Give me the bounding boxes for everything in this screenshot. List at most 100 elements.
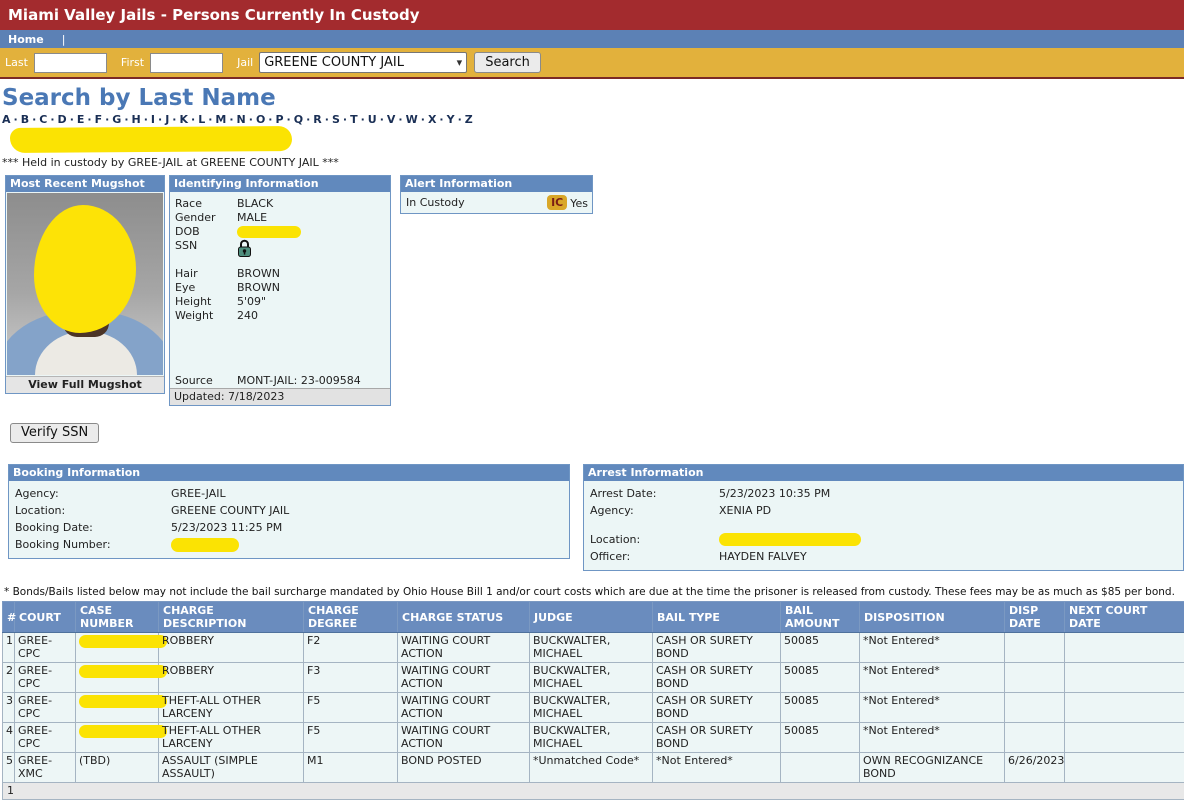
- cell-next-court-date: [1065, 693, 1184, 723]
- cell-court: GREE-CPC: [15, 693, 76, 723]
- separator-dot: ·: [124, 113, 128, 126]
- top-panels: Most Recent Mugshot View Full Mugshot Id…: [5, 175, 1184, 406]
- cell-next-court-date: [1065, 633, 1184, 663]
- alphabet-link-U[interactable]: U: [368, 113, 377, 126]
- cell-next-court-date: [1065, 663, 1184, 693]
- cell-bail-amount: 50085: [781, 693, 860, 723]
- bond-disclaimer: * Bonds/Bails listed below may not inclu…: [4, 586, 1184, 598]
- in-custody-value: Yes: [570, 197, 588, 210]
- arrest-panel: Arrest Information Arrest Date: 5/23/202…: [583, 464, 1184, 571]
- cell-disp-date: [1005, 693, 1065, 723]
- alphabet-link-P[interactable]: P: [275, 113, 283, 126]
- separator-dot: ·: [306, 113, 310, 126]
- alphabet-link-X[interactable]: X: [428, 113, 436, 126]
- updated-row: Updated: 7/18/2023: [170, 388, 390, 405]
- gender-row: Gender MALE: [170, 211, 390, 225]
- cell-degree: F3: [304, 663, 398, 693]
- cell-disp-date: 6/26/2023: [1005, 753, 1065, 783]
- cell-description: ASSAULT (SIMPLE ASSAULT): [159, 753, 304, 783]
- alphabet-link-G[interactable]: G: [112, 113, 121, 126]
- separator-dot: ·: [229, 113, 233, 126]
- cell-bail-type: CASH OR SURETY BOND: [653, 723, 781, 753]
- column-header: DISP DATE: [1005, 602, 1065, 633]
- separator-dot: ·: [458, 113, 462, 126]
- alphabet-link-B[interactable]: B: [21, 113, 29, 126]
- cell-case-number: [76, 633, 159, 663]
- redacted-case-number: [79, 695, 167, 708]
- cell-case-number: (TBD): [76, 753, 159, 783]
- cell-disp-date: [1005, 663, 1065, 693]
- pagination-page-link[interactable]: 1: [3, 783, 1184, 800]
- page-heading: Search by Last Name: [2, 85, 1184, 111]
- alphabet-link-V[interactable]: V: [387, 113, 396, 126]
- alphabet-link-T[interactable]: T: [350, 113, 358, 126]
- alphabet-link-Y[interactable]: Y: [447, 113, 455, 126]
- charges-body: 1GREE-CPCROBBERYF2WAITING COURT ACTIONBU…: [3, 633, 1184, 783]
- cell-court: GREE-CPC: [15, 723, 76, 753]
- jail-label: Jail: [237, 56, 253, 69]
- alphabet-link-S[interactable]: S: [332, 113, 340, 126]
- alphabet-link-J[interactable]: J: [165, 113, 169, 126]
- search-button[interactable]: Search: [474, 52, 541, 73]
- verify-ssn-button[interactable]: Verify SSN: [10, 423, 99, 443]
- alphabet-link-M[interactable]: M: [215, 113, 226, 126]
- alphabet-link-K[interactable]: K: [179, 113, 188, 126]
- cell-status: WAITING COURT ACTION: [398, 723, 530, 753]
- alphabet-link-F[interactable]: F: [95, 113, 103, 126]
- hair-row: Hair BROWN: [170, 267, 390, 281]
- cell-num: 3: [3, 693, 15, 723]
- pagination-row: 1: [3, 783, 1184, 800]
- cell-status: WAITING COURT ACTION: [398, 693, 530, 723]
- alphabet-link-E[interactable]: E: [77, 113, 85, 126]
- arrest-panel-title: Arrest Information: [584, 465, 1183, 481]
- cell-judge: BUCKWALTER, MICHAEL: [530, 723, 653, 753]
- cell-disposition: *Not Entered*: [860, 723, 1005, 753]
- first-name-input[interactable]: [150, 53, 223, 73]
- alphabet-link-D[interactable]: D: [58, 113, 67, 126]
- lock-icon: [237, 239, 252, 262]
- cell-num: 2: [3, 663, 15, 693]
- alphabet-link-H[interactable]: H: [132, 113, 141, 126]
- column-header: CASE NUMBER: [76, 602, 159, 633]
- separator-dot: ·: [191, 113, 195, 126]
- cell-status: WAITING COURT ACTION: [398, 663, 530, 693]
- booking-agency-row: Agency: GREE-JAIL: [9, 485, 569, 502]
- cell-description: ROBBERY: [159, 663, 304, 693]
- page: Miami Valley Jails - Persons Currently I…: [0, 0, 1184, 740]
- alphabet-link-Q[interactable]: Q: [294, 113, 303, 126]
- cell-court: GREE-XMC: [15, 753, 76, 783]
- separator-dot: ·: [343, 113, 347, 126]
- alphabet-link-L[interactable]: L: [198, 113, 205, 126]
- cell-court: GREE-CPC: [15, 633, 76, 663]
- separator-dot: ·: [87, 113, 91, 126]
- redacted-inmate-name: [10, 126, 292, 153]
- redacted-booking-number: [171, 538, 239, 552]
- arrest-officer-row: Officer: HAYDEN FALVEY: [584, 548, 1183, 565]
- alphabet-link-I[interactable]: I: [151, 113, 155, 126]
- booking-panel: Booking Information Agency: GREE-JAIL Lo…: [8, 464, 570, 559]
- separator-dot: ·: [361, 113, 365, 126]
- separator-dot: ·: [287, 113, 291, 126]
- last-name-input[interactable]: [34, 53, 107, 73]
- view-full-mugshot-link[interactable]: View Full Mugshot: [6, 376, 164, 393]
- jail-select[interactable]: GREENE COUNTY JAIL ▾: [259, 52, 467, 73]
- nav-home-link[interactable]: Home: [8, 33, 44, 46]
- charges-table: #COURTCASE NUMBERCHARGE DESCRIPTIONCHARG…: [2, 601, 1184, 800]
- column-header: COURT: [15, 602, 76, 633]
- alphabet-link-A[interactable]: A: [2, 113, 11, 126]
- alphabet-link-R[interactable]: R: [313, 113, 321, 126]
- alphabet-link-N[interactable]: N: [237, 113, 246, 126]
- alphabet-link-O[interactable]: O: [256, 113, 265, 126]
- cell-status: BOND POSTED: [398, 753, 530, 783]
- alphabet-link-C[interactable]: C: [39, 113, 47, 126]
- table-row: 5GREE-XMC(TBD)ASSAULT (SIMPLE ASSAULT)M1…: [3, 753, 1184, 783]
- separator-dot: ·: [208, 113, 212, 126]
- page-title: Miami Valley Jails - Persons Currently I…: [8, 6, 420, 24]
- nav-separator: |: [62, 33, 66, 46]
- mugshot-panel: Most Recent Mugshot View Full Mugshot: [5, 175, 165, 394]
- alphabet-link-W[interactable]: W: [406, 113, 418, 126]
- first-name-label: First: [121, 56, 144, 69]
- column-header: #: [3, 602, 15, 633]
- cell-bail-amount: 50085: [781, 663, 860, 693]
- alphabet-link-Z[interactable]: Z: [465, 113, 473, 126]
